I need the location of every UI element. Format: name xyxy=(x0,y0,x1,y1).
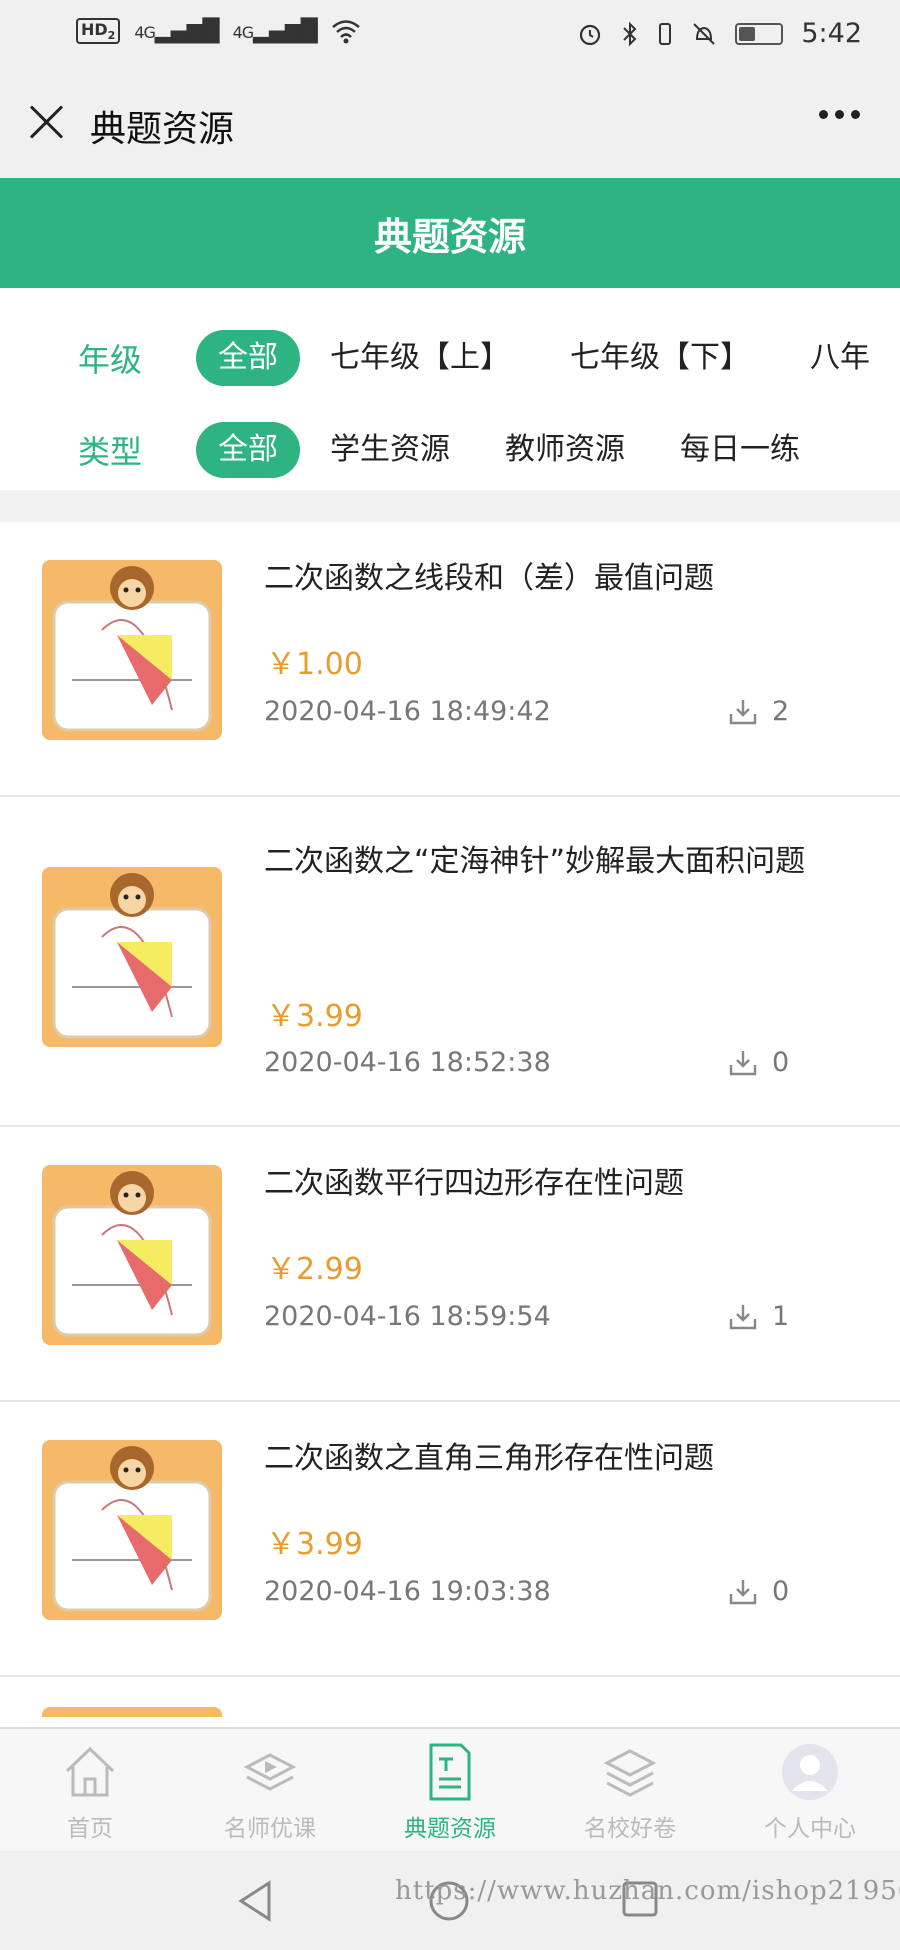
bluetooth-icon xyxy=(623,21,637,46)
tab-exam-papers[interactable]: 名校好卷 xyxy=(540,1729,720,1851)
battery-icon xyxy=(735,22,784,45)
resource-title: 二次函数之“定海神针”妙解最大面积问题 xyxy=(264,844,806,879)
download-icon xyxy=(729,1579,757,1604)
resource-thumbnail xyxy=(42,1440,222,1620)
vibrate-icon xyxy=(659,22,672,45)
sim2-label: 4G xyxy=(232,22,255,42)
type-filter-row: 类型 全部 学生资源 教师资源 每日一练 xyxy=(0,420,900,480)
status-right: 5:42 xyxy=(577,18,862,49)
alarm-icon xyxy=(580,24,601,45)
list-item[interactable]: 二次函数之“定海神针”妙解最大面积问题 ￥3.99 2020-04-16 18:… xyxy=(0,797,900,1127)
back-icon[interactable] xyxy=(235,1879,275,1923)
resource-thumbnail xyxy=(42,560,222,740)
resource-title: 二次函数之线段和（差）最值问题 xyxy=(264,561,714,596)
list-item[interactable]: 二次函数之直角三角形存在性问题 ￥3.99 2020-04-16 19:03:3… xyxy=(0,1402,900,1677)
download-icon xyxy=(729,1304,757,1329)
grade-option-7-upper[interactable]: 七年级【上】 xyxy=(330,330,510,386)
resource-date: 2020-04-16 18:49:42 xyxy=(264,696,551,727)
hd-icon: HD2 xyxy=(76,18,121,45)
type-filter-label: 类型 xyxy=(78,433,143,471)
tab-resources-label: 典题资源 xyxy=(404,1816,496,1842)
banner-title: 典题资源 xyxy=(373,214,526,259)
download-count-value: 2 xyxy=(772,696,790,727)
resource-date: 2020-04-16 18:59:54 xyxy=(264,1301,551,1332)
filter-panel: 年级 全部 七年级【上】 七年级【下】 八年 类型 全部 学生资源 教师资源 每… xyxy=(0,288,900,490)
wifi-icon xyxy=(332,20,360,44)
document-icon xyxy=(429,1743,471,1801)
battery-level xyxy=(739,26,755,41)
download-count-value: 0 xyxy=(772,1576,790,1607)
section-gap xyxy=(0,490,900,522)
grade-option-8[interactable]: 八年 xyxy=(810,330,870,386)
user-icon xyxy=(782,1744,838,1800)
grade-option-7-lower[interactable]: 七年级【下】 xyxy=(570,330,750,386)
nav-title: 典题资源 xyxy=(90,109,235,150)
page-banner: 典题资源 xyxy=(0,178,900,288)
sim1-label: 4G xyxy=(134,22,156,42)
grade-filter-label: 年级 xyxy=(78,341,143,379)
resource-list: 二次函数之线段和（差）最值问题 ￥1.00 2020-04-16 18:49:4… xyxy=(0,522,900,1717)
status-bar: HD2 4G▂▄▆█ 4G▂▄▆█ 5:42 xyxy=(0,0,900,72)
list-item[interactable]: 二次函数之线段和（差）最值问题 ￥1.00 2020-04-16 18:49:4… xyxy=(0,522,900,797)
resource-date: 2020-04-16 19:03:38 xyxy=(264,1576,551,1607)
resource-thumbnail xyxy=(42,1707,222,1717)
download-count-value: 0 xyxy=(772,1047,790,1078)
list-item[interactable]: 二次函数平行四边形存在性问题 ￥2.99 2020-04-16 18:59:54… xyxy=(0,1127,900,1402)
download-count: 0 xyxy=(728,1047,789,1078)
hd-text: HD xyxy=(81,20,108,39)
layers-icon xyxy=(603,1749,657,1797)
resource-price: ￥1.00 xyxy=(266,647,363,682)
tab-teacher-courses[interactable]: 名师优课 xyxy=(180,1729,360,1851)
close-icon[interactable] xyxy=(26,100,66,140)
tab-resources[interactable]: 典题资源 xyxy=(360,1729,540,1851)
tab-teacher-courses-label: 名师优课 xyxy=(224,1816,316,1842)
download-count: 0 xyxy=(728,1576,789,1607)
download-count-value: 1 xyxy=(772,1301,790,1332)
grade-option-all[interactable]: 全部 xyxy=(196,330,300,386)
home-icon xyxy=(65,1746,115,1797)
signal-icon-2: 4G▂▄▆█ xyxy=(232,18,318,44)
play-icon xyxy=(243,1753,297,1791)
type-option-teacher[interactable]: 教师资源 xyxy=(505,422,625,478)
resource-price: ￥2.99 xyxy=(266,1252,363,1287)
bottom-tab-bar: 首页 名师优课 典题资源 名校好卷 个人中心 xyxy=(0,1727,900,1851)
hd-sub: 2 xyxy=(107,29,116,43)
mute-icon xyxy=(693,22,716,45)
download-icon xyxy=(729,699,757,724)
watermark-text: https://www.huzhan.com/ishop21956 xyxy=(395,1876,900,1906)
tab-home-label: 首页 xyxy=(67,1816,113,1842)
list-item-partial xyxy=(0,1677,900,1717)
resource-title: 二次函数之直角三角形存在性问题 xyxy=(264,1441,714,1476)
status-time: 5:42 xyxy=(801,18,862,49)
resource-price: ￥3.99 xyxy=(266,1527,363,1562)
resource-price: ￥3.99 xyxy=(266,999,363,1034)
resource-thumbnail xyxy=(42,867,222,1047)
more-icon[interactable] xyxy=(819,110,860,119)
tab-profile-label: 个人中心 xyxy=(764,1816,856,1842)
nav-bar: 典题资源 xyxy=(0,72,900,178)
type-option-student[interactable]: 学生资源 xyxy=(330,422,450,478)
tab-profile[interactable]: 个人中心 xyxy=(720,1729,900,1851)
grade-filter-row: 年级 全部 七年级【上】 七年级【下】 八年 xyxy=(0,328,900,388)
tab-exam-papers-label: 名校好卷 xyxy=(584,1816,676,1842)
tab-home[interactable]: 首页 xyxy=(0,1729,180,1851)
download-count: 2 xyxy=(728,696,789,727)
download-icon xyxy=(729,1050,757,1075)
resource-title: 二次函数平行四边形存在性问题 xyxy=(264,1166,684,1201)
download-count: 1 xyxy=(728,1301,789,1332)
status-left: HD2 4G▂▄▆█ 4G▂▄▆█ xyxy=(76,18,361,45)
resource-date: 2020-04-16 18:52:38 xyxy=(264,1047,551,1078)
resource-thumbnail xyxy=(42,1165,222,1345)
type-option-all[interactable]: 全部 xyxy=(196,422,300,478)
signal-icon-1: 4G▂▄▆█ xyxy=(134,18,219,44)
type-option-daily[interactable]: 每日一练 xyxy=(680,422,800,478)
